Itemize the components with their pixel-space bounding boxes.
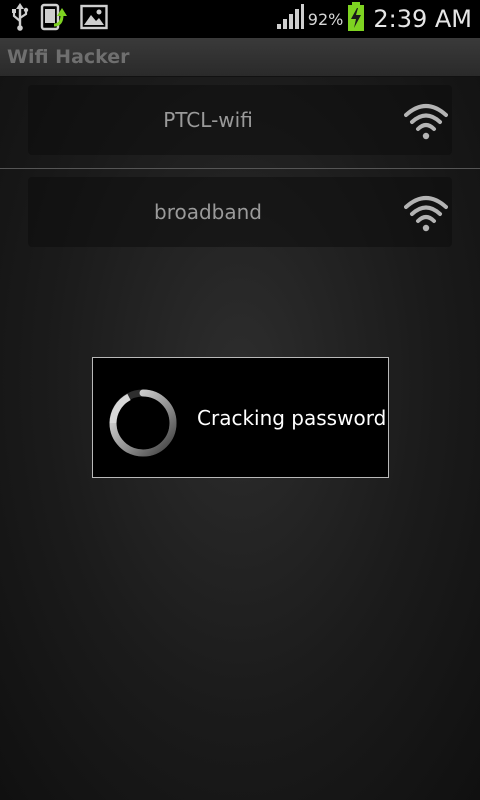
app-title: Wifi Hacker: [7, 46, 130, 68]
status-time: 2:39 AM: [373, 5, 472, 33]
status-bar: 92% 2:39 AM: [0, 0, 480, 38]
network-ssid: broadband: [154, 200, 262, 224]
battery-charging-icon: [347, 2, 365, 36]
network-list: PTCL-wifi broadband Cracking password: [0, 77, 480, 800]
spinner-icon: [107, 387, 179, 459]
network-item-ptcl-wifi[interactable]: PTCL-wifi: [28, 85, 452, 155]
network-ssid: PTCL-wifi: [163, 108, 253, 132]
signal-bars-icon: [276, 4, 304, 34]
wifi-signal-icon: [404, 193, 448, 233]
sync-icon: [40, 3, 70, 35]
title-bar: Wifi Hacker: [0, 38, 480, 77]
status-bar-left-icons: [10, 3, 108, 35]
network-item-broadband[interactable]: broadband: [28, 177, 452, 247]
wifi-signal-icon: [404, 101, 448, 141]
dialog-message: Cracking password: [197, 406, 387, 430]
status-bar-right-icons: 92% 2:39 AM: [276, 0, 472, 38]
progress-dialog: Cracking password: [92, 357, 389, 478]
usb-icon: [10, 3, 30, 35]
list-divider: [0, 168, 480, 169]
battery-percent: 92%: [307, 9, 344, 29]
gallery-icon: [80, 4, 108, 34]
